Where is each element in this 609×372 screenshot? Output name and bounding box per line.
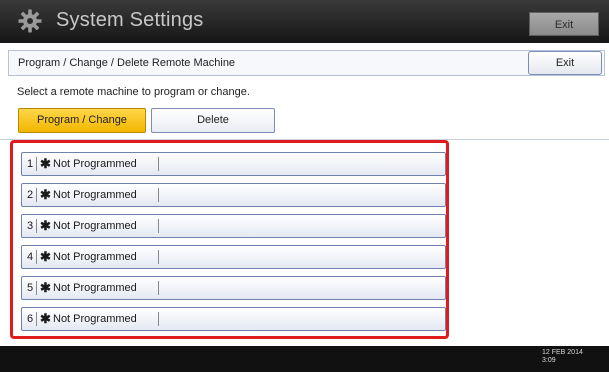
divider [36, 250, 37, 264]
slot-label: Not Programmed [53, 220, 137, 232]
date-text: 12 FEB 2014 [542, 349, 583, 356]
divider [158, 281, 159, 295]
remote-machine-slot-3[interactable]: 3 ✱ Not Programmed [21, 214, 446, 238]
asterisk-icon: ✱ [40, 156, 51, 171]
divider [158, 312, 159, 326]
divider [158, 157, 159, 171]
slot-number: 3 [26, 220, 34, 232]
asterisk-icon: ✱ [40, 280, 51, 295]
asterisk-icon: ✱ [40, 187, 51, 202]
asterisk-icon: ✱ [40, 311, 51, 326]
date-time-display: 12 FEB 2014 3:09 [542, 349, 583, 365]
subheader-bar: Program / Change / Delete Remote Machine [8, 50, 605, 76]
exit-button[interactable]: Exit [528, 51, 602, 75]
remote-machine-list: 1 ✱ Not Programmed 2 ✱ Not Programmed 3 … [10, 140, 449, 339]
divider [158, 250, 159, 264]
slot-number: 2 [26, 189, 34, 201]
slot-label: Not Programmed [53, 251, 137, 263]
asterisk-icon: ✱ [40, 249, 51, 264]
gear-icon [18, 9, 42, 33]
divider [36, 219, 37, 233]
time-text: 3:09 [542, 357, 556, 364]
status-bar [0, 346, 609, 372]
divider [36, 281, 37, 295]
remote-machine-slot-2[interactable]: 2 ✱ Not Programmed [21, 183, 446, 207]
tab-program-change[interactable]: Program / Change [18, 108, 146, 133]
slot-label: Not Programmed [53, 282, 137, 294]
asterisk-icon: ✱ [40, 218, 51, 233]
page-title: Program / Change / Delete Remote Machine [18, 57, 236, 69]
slot-number: 6 [26, 313, 34, 325]
slot-label: Not Programmed [53, 313, 137, 325]
window-title: System Settings [56, 9, 204, 31]
top-exit-button[interactable]: Exit [529, 12, 599, 36]
slot-number: 4 [26, 251, 34, 263]
divider [36, 157, 37, 171]
slot-number: 1 [26, 158, 34, 170]
title-bar: System Settings Exit [0, 0, 609, 43]
divider [158, 188, 159, 202]
remote-machine-slot-1[interactable]: 1 ✱ Not Programmed [21, 152, 446, 176]
divider [36, 188, 37, 202]
slot-number: 5 [26, 282, 34, 294]
instruction-text: Select a remote machine to program or ch… [17, 86, 250, 98]
divider [158, 219, 159, 233]
tab-delete[interactable]: Delete [151, 108, 275, 133]
divider [36, 312, 37, 326]
remote-machine-slot-5[interactable]: 5 ✱ Not Programmed [21, 276, 446, 300]
slot-label: Not Programmed [53, 189, 137, 201]
remote-machine-slot-4[interactable]: 4 ✱ Not Programmed [21, 245, 446, 269]
remote-machine-slot-6[interactable]: 6 ✱ Not Programmed [21, 307, 446, 331]
slot-label: Not Programmed [53, 158, 137, 170]
